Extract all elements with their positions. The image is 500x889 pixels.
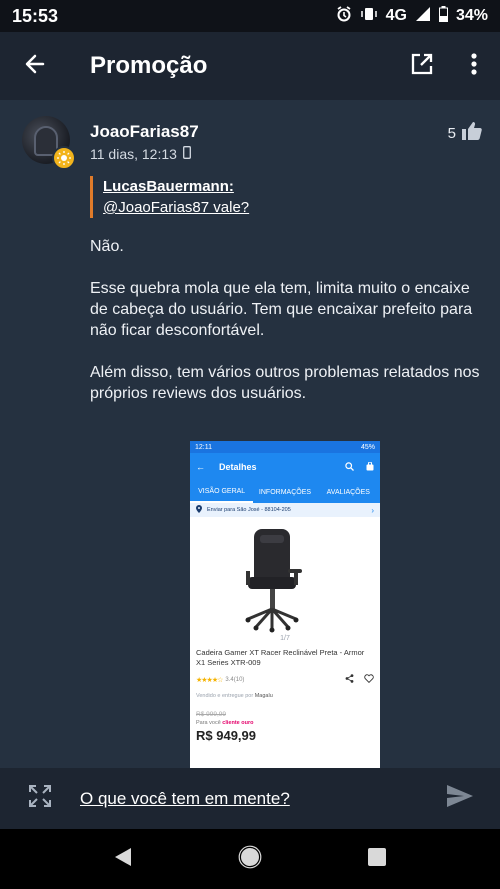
app-bar: Promoção bbox=[0, 32, 500, 100]
quote-author[interactable]: LucasBauermann: bbox=[103, 176, 249, 197]
shot-heart-icon bbox=[364, 674, 374, 685]
network-type: 4G bbox=[385, 7, 407, 24]
thumbs-up-icon bbox=[462, 122, 482, 144]
battery-icon bbox=[438, 5, 448, 27]
nav-back-button[interactable] bbox=[103, 839, 143, 879]
more-vert-icon bbox=[471, 52, 477, 80]
shot-bag-icon bbox=[366, 461, 374, 473]
shot-shipping: Enviar para São José - 88104-205 bbox=[207, 507, 291, 513]
expand-composer-button[interactable] bbox=[0, 784, 80, 813]
shot-status-time: 12:11 bbox=[195, 443, 212, 451]
shot-location-icon bbox=[196, 505, 202, 515]
composer-bar: O que você tem em mente? bbox=[0, 768, 500, 829]
status-time: 15:53 bbox=[12, 5, 59, 26]
system-nav-bar bbox=[0, 829, 500, 889]
signal-icon bbox=[415, 6, 431, 27]
status-bar: 15:53 4G 34% bbox=[0, 0, 500, 32]
shot-share-icon bbox=[345, 674, 354, 685]
quote-text[interactable]: @JoaoFarias87 vale? bbox=[103, 197, 249, 218]
nav-home-button[interactable] bbox=[230, 839, 270, 879]
shot-header-title: Detalhes bbox=[219, 462, 257, 472]
open-external-button[interactable] bbox=[396, 32, 448, 100]
post-timestamp: 11 dias, 12:13 bbox=[90, 146, 177, 162]
post-author[interactable]: JoaoFarias87 bbox=[90, 122, 199, 142]
send-button[interactable] bbox=[420, 784, 500, 813]
shot-product-name: Cadeira Gamer XT Racer Reclinável Preta … bbox=[196, 648, 365, 667]
send-icon bbox=[446, 784, 474, 813]
shot-tab: VISÃO GERAL bbox=[190, 482, 254, 503]
page-title: Promoção bbox=[90, 52, 208, 79]
shot-seller-prefix: Vendido e entregue por bbox=[196, 693, 254, 699]
more-options-button[interactable] bbox=[448, 32, 500, 100]
battery-level: 34% bbox=[455, 7, 488, 24]
like-count: 5 bbox=[447, 124, 456, 142]
shot-rating-value: 3.4(10) bbox=[225, 676, 245, 683]
shot-old-price: R$ 999,99 bbox=[196, 711, 226, 718]
quoted-reply[interactable]: LucasBauermann: @JoaoFarias87 vale? bbox=[90, 176, 249, 218]
chair-image bbox=[190, 517, 380, 635]
shot-back-icon: ← bbox=[196, 462, 205, 472]
shot-rating-stars: ★★★★☆ bbox=[196, 676, 223, 684]
shot-para-voce: Para você bbox=[196, 720, 221, 726]
back-button[interactable] bbox=[0, 32, 70, 100]
arrow-back-icon bbox=[23, 52, 47, 81]
post-body: Não. Esse quebra mola que ela tem, limit… bbox=[90, 236, 485, 425]
shot-tab: INFORMAÇÕES bbox=[258, 488, 312, 496]
post-paragraph: Além disso, tem vários outros problemas … bbox=[90, 364, 480, 402]
vibrate-icon bbox=[360, 7, 378, 26]
shot-search-icon bbox=[345, 461, 354, 473]
shot-page-indicator: 1/7 bbox=[280, 635, 290, 642]
like-button[interactable]: 5 bbox=[448, 122, 482, 144]
triangle-back-icon bbox=[114, 847, 132, 872]
reply-input[interactable]: O que você tem em mente? bbox=[80, 789, 290, 809]
post-paragraph: Esse quebra mola que ela tem, limita mui… bbox=[90, 280, 473, 339]
post-paragraph: Não. bbox=[90, 238, 124, 255]
shot-badge: cliente ouro bbox=[222, 720, 254, 726]
square-recents-icon bbox=[367, 847, 386, 871]
mobile-device-icon bbox=[182, 146, 191, 162]
fullscreen-icon bbox=[28, 784, 52, 813]
shot-price: R$ 949,99 bbox=[196, 728, 256, 743]
shot-status-battery: 45% bbox=[360, 443, 375, 451]
sun-badge-icon bbox=[52, 146, 76, 170]
open-external-icon bbox=[410, 52, 434, 81]
circle-home-icon bbox=[238, 845, 262, 874]
attached-image[interactable]: 12:11 45% ← Detalhes VISÃO GERAL INFORMA… bbox=[190, 441, 380, 768]
avatar[interactable] bbox=[22, 116, 76, 170]
shot-chevron-icon: › bbox=[371, 505, 374, 515]
post-content: JoaoFarias87 11 dias, 12:13 5 LucasBauer… bbox=[0, 100, 500, 768]
post-meta: 11 dias, 12:13 bbox=[90, 146, 191, 162]
nav-recents-button[interactable] bbox=[357, 839, 397, 879]
shot-tab: AVALIAÇÕES bbox=[326, 488, 370, 496]
alarm-icon bbox=[336, 5, 352, 27]
shot-seller: Magalu bbox=[254, 693, 273, 699]
